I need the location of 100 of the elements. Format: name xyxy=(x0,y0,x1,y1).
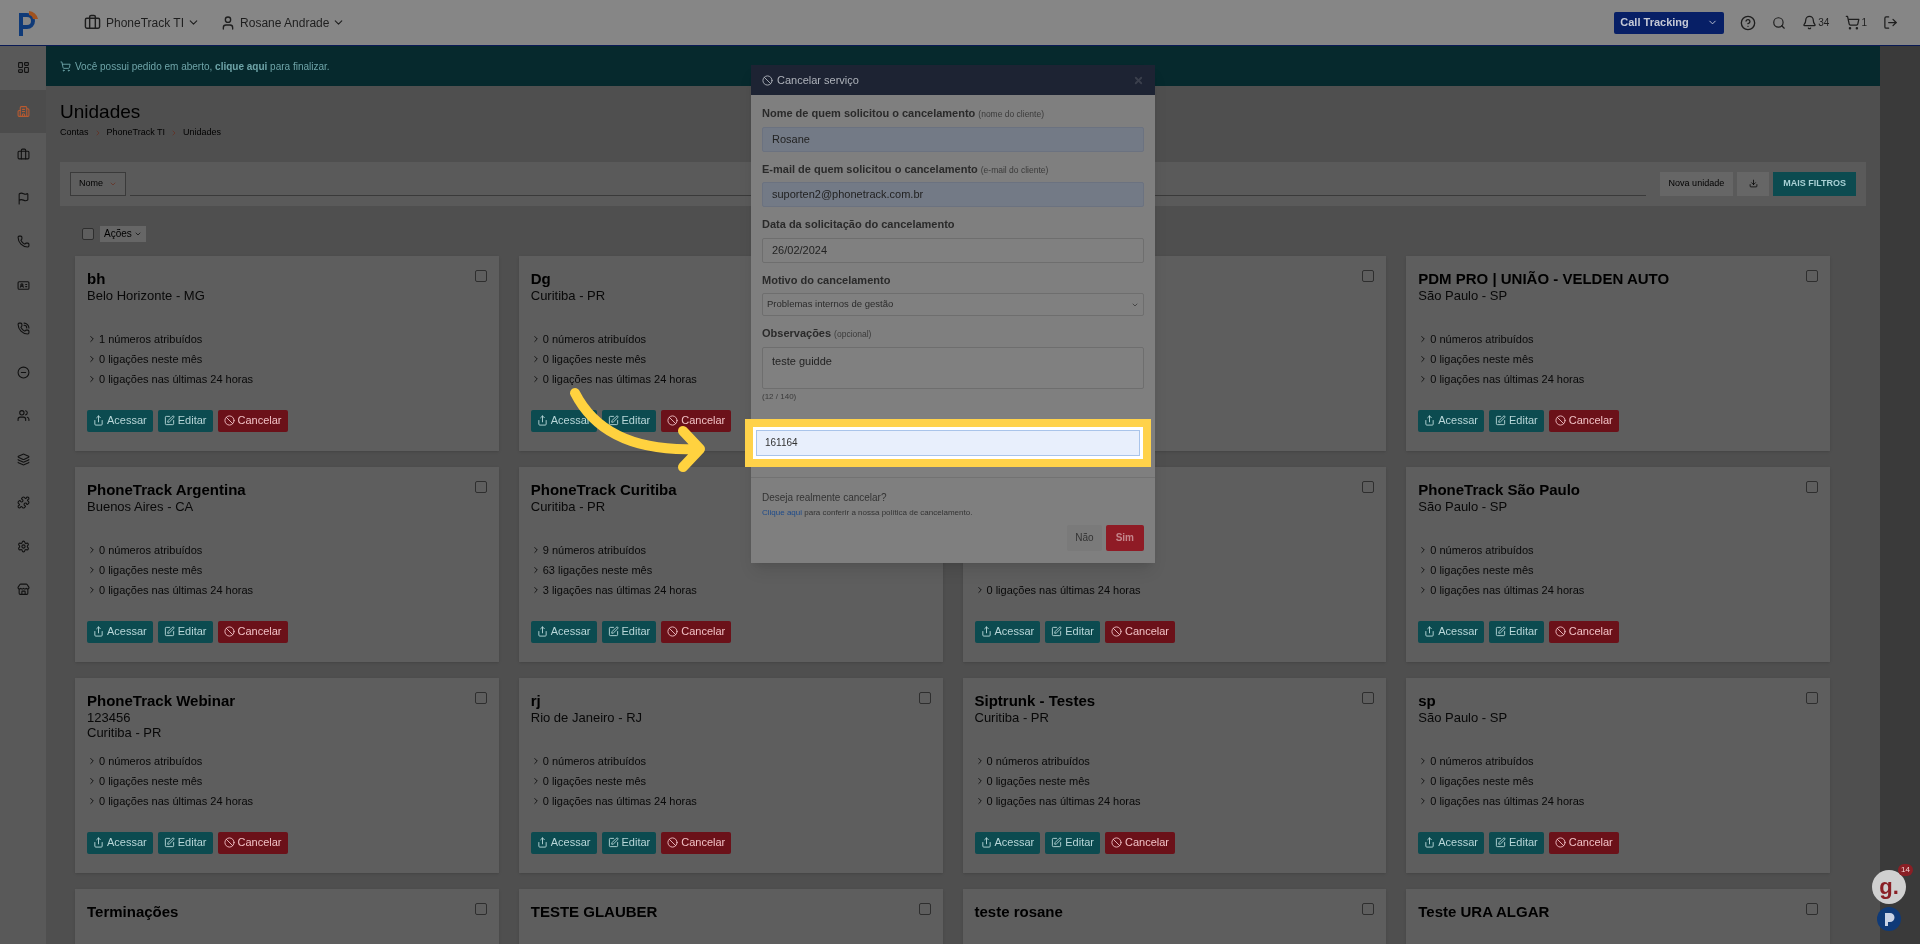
checkbox[interactable] xyxy=(1806,480,1818,493)
cancel-button[interactable]: Cancelar xyxy=(1548,620,1619,643)
settings-icon xyxy=(16,539,30,553)
edit-button[interactable]: Editar xyxy=(601,620,657,643)
export-button[interactable] xyxy=(1737,171,1770,196)
cancel-button[interactable]: Cancelar xyxy=(661,409,732,432)
field-hint: (opcional) xyxy=(834,328,872,341)
ticket-field[interactable]: 161164 xyxy=(753,426,1143,459)
access-button[interactable]: Acessar xyxy=(1418,409,1484,432)
edit-button[interactable]: Editar xyxy=(1045,620,1100,643)
notes-field[interactable]: teste guidde xyxy=(762,346,1144,389)
access-button[interactable]: Acessar xyxy=(87,831,153,854)
checkbox[interactable] xyxy=(1806,269,1818,282)
field-hint: (e-mail do cliente) xyxy=(980,163,1049,177)
more-filters-button[interactable]: MAIS FILTROS xyxy=(1773,171,1856,196)
edit-icon xyxy=(1495,415,1506,426)
store-icon xyxy=(16,583,30,597)
edit-icon xyxy=(1051,626,1063,637)
checkbox[interactable] xyxy=(1362,902,1375,915)
edit-button[interactable]: Editar xyxy=(1489,831,1544,854)
unit-stat: 0 ligações neste mês xyxy=(986,773,1090,788)
unit-location: Curitiba - PR xyxy=(530,287,606,303)
text-field[interactable]: 26/02/2024 xyxy=(762,237,1144,263)
edit-button[interactable]: Editar xyxy=(601,831,657,854)
unit-stat: 0 ligações neste mês xyxy=(542,351,647,366)
text-field[interactable]: suporten2@phonetrack.com.br xyxy=(762,182,1144,207)
checkbox[interactable] xyxy=(1362,269,1375,282)
ban-icon xyxy=(667,415,679,426)
ban-icon xyxy=(223,415,235,426)
id-card-icon xyxy=(16,278,30,292)
building-icon xyxy=(16,104,30,118)
actions-dropdown[interactable]: Ações xyxy=(100,225,146,242)
checkbox[interactable] xyxy=(918,902,931,915)
access-button[interactable]: Acessar xyxy=(530,620,597,643)
checkbox[interactable] xyxy=(1806,902,1818,915)
checkbox[interactable] xyxy=(1362,691,1375,704)
field-label: E-mail de quem solicitou o cancelamento xyxy=(762,161,978,177)
access-button[interactable]: Acessar xyxy=(974,620,1041,643)
breadcrumb-item: Unidades xyxy=(183,126,222,139)
reason-select[interactable]: Problemas internos de gestão xyxy=(762,293,1144,316)
share-icon xyxy=(1424,415,1436,426)
edit-button[interactable]: Editar xyxy=(1489,620,1544,643)
edit-button[interactable]: Editar xyxy=(157,409,213,432)
text-field[interactable]: Rosane xyxy=(762,126,1144,152)
edit-button[interactable]: Editar xyxy=(157,831,213,854)
field-label: Observações xyxy=(762,326,832,341)
unit-location: Belo Horizonte - MG xyxy=(87,287,205,303)
ban-icon xyxy=(667,837,679,848)
ban-icon xyxy=(1554,415,1566,426)
checkbox[interactable] xyxy=(918,691,931,704)
edit-button[interactable]: Editar xyxy=(1489,409,1544,432)
unit-stat: 0 ligações nas últimas 24 horas xyxy=(1430,371,1585,386)
logout-icon[interactable] xyxy=(1883,15,1898,30)
access-button[interactable]: Acessar xyxy=(1418,831,1484,854)
bell-icon[interactable] xyxy=(1802,15,1818,30)
unit-title: bh xyxy=(87,269,106,288)
access-button[interactable]: Acessar xyxy=(530,831,597,854)
cancel-button[interactable]: Cancelar xyxy=(1548,831,1619,854)
edit-button[interactable]: Editar xyxy=(601,409,657,432)
checkbox[interactable] xyxy=(474,691,487,704)
edit-button[interactable]: Editar xyxy=(1045,831,1100,854)
cart-icon[interactable] xyxy=(1845,15,1861,30)
checkbox[interactable] xyxy=(474,269,487,282)
access-button[interactable]: Acessar xyxy=(87,620,153,643)
checkbox[interactable] xyxy=(474,902,487,915)
minus-circle-icon xyxy=(16,365,30,379)
product-select[interactable]: Call Tracking xyxy=(1614,11,1725,34)
cancel-button[interactable]: Cancelar xyxy=(217,409,288,432)
edit-icon xyxy=(607,415,619,426)
checkbox[interactable] xyxy=(82,227,94,240)
checkbox[interactable] xyxy=(474,480,487,493)
edit-icon xyxy=(1495,837,1506,848)
cancel-button[interactable]: Cancelar xyxy=(661,831,732,854)
download-icon xyxy=(1748,179,1758,188)
access-button[interactable]: Acessar xyxy=(974,831,1041,854)
checkbox[interactable] xyxy=(1362,480,1375,493)
share-icon xyxy=(1424,837,1436,848)
cancel-button[interactable]: Cancelar xyxy=(1105,620,1176,643)
account-menu[interactable]: PhoneTrack TI xyxy=(106,13,201,32)
help-icon[interactable] xyxy=(1740,14,1757,31)
sidebar-item[interactable] xyxy=(0,89,46,133)
edit-button[interactable]: Editar xyxy=(157,620,213,643)
cancel-button[interactable]: Cancelar xyxy=(217,831,288,854)
unit-stat: 0 ligações neste mês xyxy=(99,351,203,366)
cancel-button[interactable]: Cancelar xyxy=(217,620,288,643)
support-icon[interactable] xyxy=(1876,906,1902,932)
new-unit-button[interactable]: Nova unidade xyxy=(1659,171,1734,196)
checkbox[interactable] xyxy=(1806,691,1818,704)
cancel-button[interactable]: Cancelar xyxy=(661,620,732,643)
search-icon[interactable] xyxy=(1772,15,1787,30)
user-menu[interactable]: Rosane Andrade xyxy=(240,13,346,32)
unit-stat: 0 números atribuídos xyxy=(542,331,647,346)
unit-title: Teste URA ALGAR xyxy=(1418,902,1550,921)
field-label: Data da solicitação do cancelamento xyxy=(762,217,955,232)
access-button[interactable]: Acessar xyxy=(1418,620,1484,643)
cancel-button[interactable]: Cancelar xyxy=(1105,831,1176,854)
cancel-button[interactable]: Cancelar xyxy=(1548,409,1619,432)
close-icon[interactable] xyxy=(1133,74,1144,86)
ban-icon xyxy=(1111,626,1122,637)
access-button[interactable]: Acessar xyxy=(87,409,153,432)
